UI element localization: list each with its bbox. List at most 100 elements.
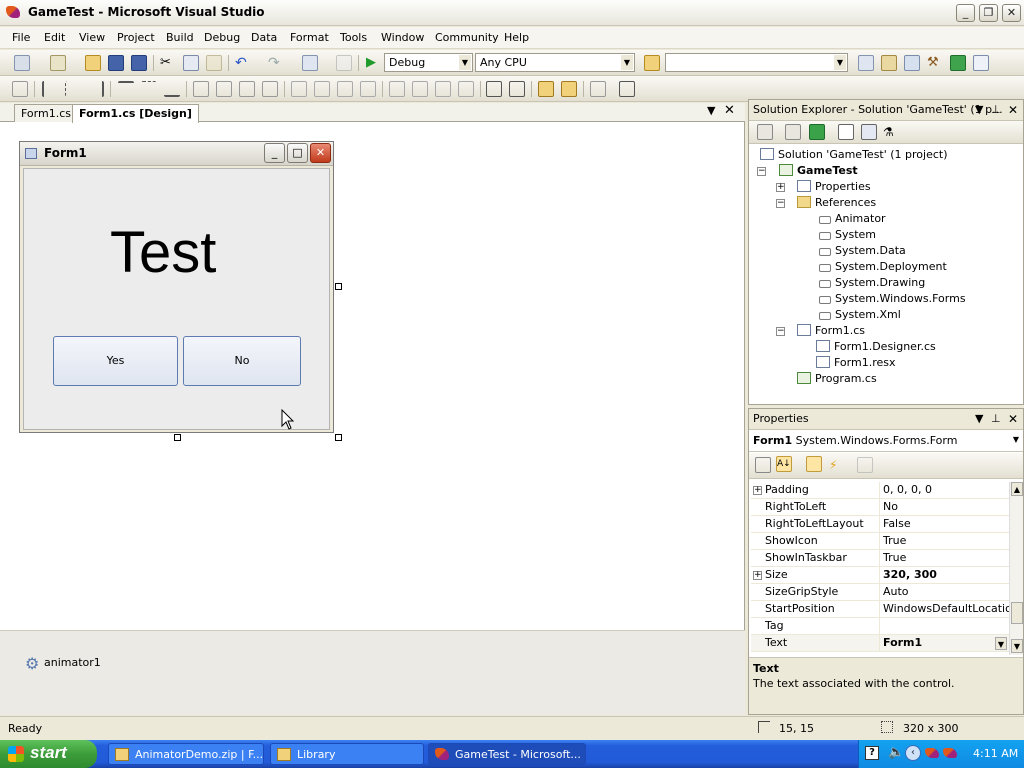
find-in-files-icon[interactable] (644, 55, 660, 71)
property-row[interactable]: RightToLeft No (751, 499, 1009, 516)
undo-icon[interactable]: ↶ (235, 55, 251, 71)
menu-data[interactable]: Data (251, 31, 277, 44)
send-to-back-icon[interactable] (561, 81, 577, 97)
close-document-icon[interactable]: ✕ (724, 103, 735, 118)
collapse-project-icon[interactable]: − (757, 167, 766, 176)
menu-debug[interactable]: Debug (204, 31, 240, 44)
tab-form1-design[interactable]: Form1.cs [Design] (72, 104, 199, 123)
view-designer-icon[interactable] (861, 124, 877, 140)
ref-item[interactable]: System.Data (819, 244, 906, 257)
taskbar-item-animatordemo[interactable]: AnimatorDemo.zip | F... (108, 743, 264, 765)
tree-form1-designer[interactable]: Form1.Designer.cs (816, 340, 936, 353)
property-value[interactable]: Auto (883, 585, 909, 598)
object-browser-icon[interactable] (904, 55, 920, 71)
tree-form1-resx[interactable]: Form1.resx (816, 356, 896, 369)
open-file-icon[interactable] (85, 55, 101, 71)
yes-button[interactable]: Yes (53, 336, 178, 386)
help-icon[interactable]: ? (865, 746, 879, 760)
tree-program-cs[interactable]: Program.cs (797, 372, 877, 385)
show-hidden-icons-button[interactable]: ‹ (905, 745, 921, 761)
platform-select[interactable]: Any CPU ▼ (475, 53, 635, 72)
resize-handle-bottom[interactable] (174, 434, 181, 441)
class-diagram-icon[interactable]: ⚗ (883, 124, 899, 140)
make-same-size-icon[interactable] (239, 81, 255, 97)
volume-icon[interactable]: 🔈 (888, 745, 904, 760)
categorized-icon[interactable] (755, 457, 771, 473)
align-tops-icon[interactable] (118, 81, 134, 97)
copy-icon[interactable] (183, 55, 199, 71)
add-item-icon[interactable] (50, 55, 66, 71)
start-debugging-icon[interactable]: ▶ (366, 55, 382, 71)
ref-item[interactable]: System.Deployment (819, 260, 947, 273)
menu-tools[interactable]: Tools (340, 31, 367, 44)
property-value[interactable]: Form1 (883, 636, 922, 649)
horizontal-spacing-equal-icon[interactable] (291, 81, 307, 97)
menu-format[interactable]: Format (290, 31, 329, 44)
align-rights-icon[interactable] (88, 81, 104, 97)
pane-close-icon[interactable]: ✕ (1008, 103, 1018, 117)
toolbox-icon[interactable]: ⚒ (927, 55, 943, 71)
menu-help[interactable]: Help (504, 31, 529, 44)
command-window-icon[interactable] (973, 55, 989, 71)
increase-horizontal-spacing-icon[interactable] (314, 81, 330, 97)
tab-order-icon[interactable] (590, 81, 606, 97)
solution-root[interactable]: Solution 'GameTest' (1 project) (760, 148, 948, 161)
chevron-down-icon[interactable]: ▼ (995, 637, 1007, 650)
navigate-backward-icon[interactable] (302, 55, 318, 71)
property-value[interactable]: 0, 0, 0, 0 (883, 483, 932, 496)
resize-handle-corner[interactable] (335, 434, 342, 441)
properties-icon[interactable] (757, 124, 773, 140)
new-project-icon[interactable] (14, 55, 30, 71)
property-row[interactable]: ShowIcon True (751, 533, 1009, 550)
active-files-dropdown-icon[interactable]: ▼ (707, 104, 715, 117)
center-horizontally-icon[interactable] (486, 81, 502, 97)
ref-item[interactable]: System.Xml (819, 308, 901, 321)
menu-file[interactable]: File (12, 31, 30, 44)
start-page-icon[interactable] (950, 55, 966, 71)
find-combo[interactable]: ▼ (665, 53, 848, 72)
property-row[interactable]: SizeGripStyle Auto (751, 584, 1009, 601)
show-all-files-icon[interactable] (785, 124, 801, 140)
menu-build[interactable]: Build (166, 31, 194, 44)
tree-form1-cs[interactable]: Form1.cs (797, 324, 865, 337)
vertical-spacing-equal-icon[interactable] (389, 81, 405, 97)
menu-window[interactable]: Window (381, 31, 424, 44)
properties-window-icon[interactable] (881, 55, 897, 71)
vs-tray-icon[interactable] (925, 748, 939, 758)
menu-view[interactable]: View (79, 31, 105, 44)
align-lefts-icon[interactable] (42, 81, 58, 97)
paste-icon[interactable] (206, 55, 222, 71)
ref-item[interactable]: Animator (819, 212, 886, 225)
properties-view-icon[interactable] (806, 456, 822, 472)
property-value[interactable]: 320, 300 (883, 568, 937, 581)
lock-controls-icon[interactable] (619, 81, 635, 97)
make-same-height-icon[interactable] (216, 81, 232, 97)
alphabetical-icon[interactable]: A↓ (776, 456, 792, 472)
redo-icon[interactable]: ↷ (268, 55, 284, 71)
size-to-grid-icon[interactable] (262, 81, 278, 97)
remove-horizontal-spacing-icon[interactable] (360, 81, 376, 97)
menu-edit[interactable]: Edit (44, 31, 65, 44)
align-centers-icon[interactable] (65, 81, 81, 97)
form-client-area[interactable]: Test Yes No (23, 168, 330, 430)
property-value[interactable]: True (883, 551, 906, 564)
align-to-grid-icon[interactable] (12, 81, 28, 97)
align-middles-icon[interactable] (141, 81, 157, 97)
taskbar-item-library[interactable]: Library (270, 743, 424, 765)
ref-item[interactable]: System.Windows.Forms (819, 292, 966, 305)
property-value[interactable]: True (883, 534, 906, 547)
menu-community[interactable]: Community (435, 31, 499, 44)
collapse-form1-icon[interactable]: − (776, 327, 785, 336)
property-row[interactable]: Text Form1 ▼ (751, 635, 1009, 652)
expand-property-icon[interactable]: + (753, 571, 762, 580)
tree-references[interactable]: References (797, 196, 876, 209)
save-all-icon[interactable] (131, 55, 147, 71)
align-bottoms-icon[interactable] (164, 81, 180, 97)
pane-dropdown-icon[interactable]: ▼ (975, 103, 983, 116)
expand-properties-icon[interactable]: + (776, 183, 785, 192)
collapse-references-icon[interactable]: − (776, 199, 785, 208)
remove-vertical-spacing-icon[interactable] (458, 81, 474, 97)
tab-form1-cs[interactable]: Form1.cs (14, 104, 78, 122)
expand-property-icon[interactable]: + (753, 486, 762, 495)
form1-designer[interactable]: Form1 _ □ ✕ Test Yes No (19, 141, 334, 433)
